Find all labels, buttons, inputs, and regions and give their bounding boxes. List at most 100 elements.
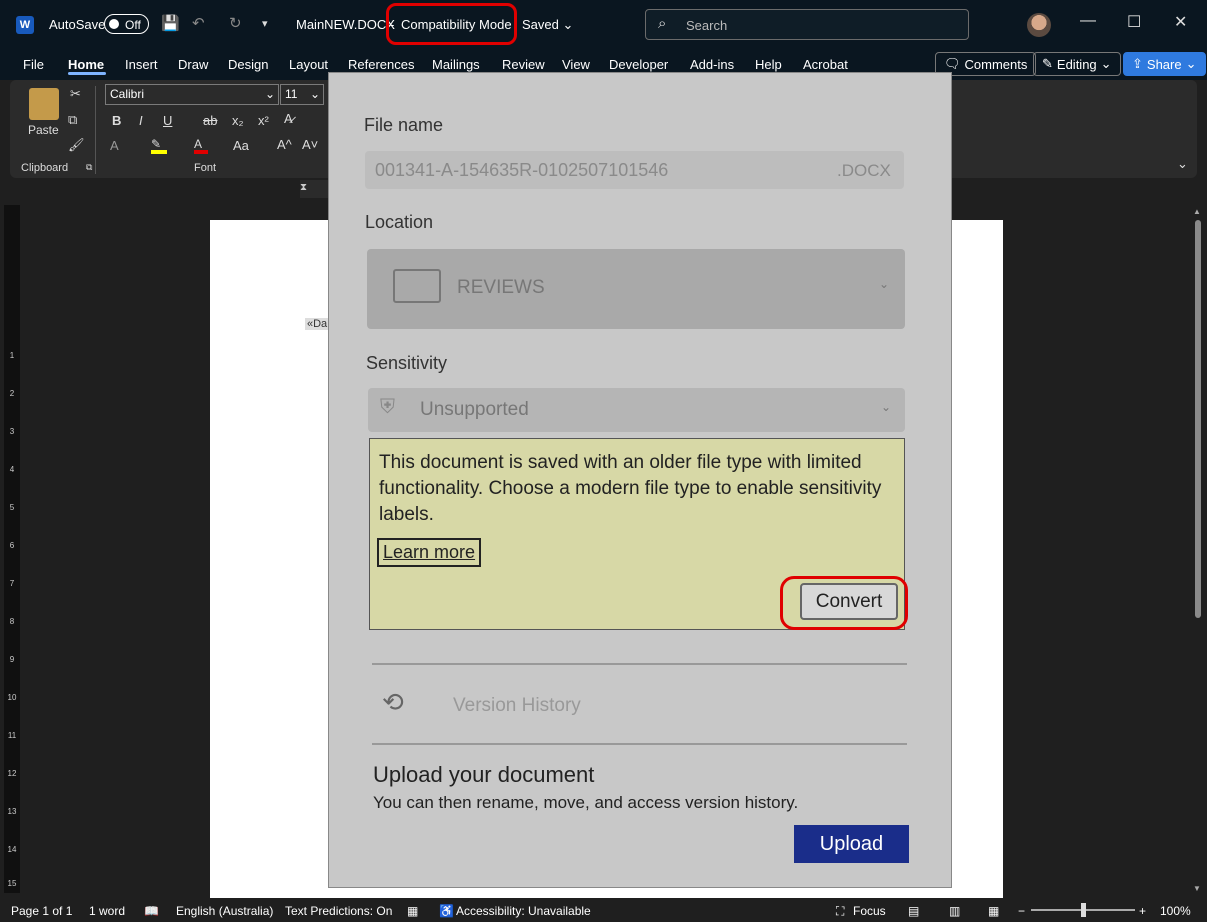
ruler-tick: 3 — [9, 427, 15, 436]
status-bar: Page 1 of 1 1 word 📖 English (Australia)… — [0, 898, 1207, 922]
grow-font-button[interactable]: A^ — [277, 137, 292, 152]
undo-icon[interactable]: ↶ — [192, 14, 205, 32]
title-bar: W AutoSave Off 💾 ↶ ↻ ▾ MainNEW.DOCX - Co… — [0, 0, 1207, 50]
upload-subtitle: You can then rename, move, and access ve… — [373, 793, 799, 812]
accessibility-icon[interactable]: ♿ — [439, 904, 454, 918]
shrink-font-button[interactable]: A˅ — [302, 137, 318, 152]
chevron-down-icon: ⌄ — [309, 87, 320, 101]
superscript-button[interactable]: x² — [258, 113, 269, 128]
indent-marker-icon[interactable]: ⧗ — [300, 182, 310, 198]
dialog-launcher-icon[interactable]: ⧉ — [86, 162, 92, 173]
strikethrough-button[interactable]: ab — [203, 113, 217, 128]
font-name-combo[interactable]: Calibri ⌄ — [105, 84, 279, 105]
tab-insert[interactable]: Insert — [125, 57, 158, 72]
chevron-down-icon: ⌄ — [264, 87, 275, 101]
focus-icon[interactable]: ⛶ — [836, 904, 844, 919]
editing-label: Editing — [1056, 56, 1097, 72]
search-box[interactable]: ⌕ Search — [645, 9, 969, 40]
bold-button[interactable]: B — [112, 113, 121, 128]
customize-qat-icon[interactable]: ▾ — [262, 17, 268, 30]
zoom-slider-thumb[interactable] — [1081, 903, 1086, 917]
web-layout-icon[interactable]: ▦ — [988, 904, 999, 918]
autosave-state: Off — [125, 18, 141, 32]
tab-draw[interactable]: Draw — [178, 57, 208, 72]
subscript-button[interactable]: x₂ — [232, 113, 244, 128]
ruler-tick: 4 — [9, 465, 15, 474]
save-icon[interactable]: 💾 — [161, 14, 180, 32]
maximize-button[interactable]: ☐ — [1127, 12, 1141, 32]
tab-addins[interactable]: Add-ins — [690, 57, 734, 72]
scroll-down-icon[interactable]: ▼ — [1193, 884, 1201, 893]
close-button[interactable]: ✕ — [1174, 12, 1187, 32]
ruler-tick: 6 — [9, 541, 15, 550]
learn-more-link[interactable]: Learn more — [377, 538, 482, 567]
saved-status[interactable]: Saved ⌄ — [522, 17, 573, 33]
word-count[interactable]: 1 word — [89, 904, 125, 918]
tab-file[interactable]: File — [23, 57, 44, 72]
print-layout-icon[interactable]: ▥ — [949, 904, 960, 918]
tab-mailings[interactable]: Mailings — [432, 57, 480, 72]
language-status[interactable]: English (Australia) — [176, 904, 273, 918]
format-painter-icon[interactable]: 🖌 — [68, 137, 85, 153]
chevron-down-icon: ⌄ — [881, 400, 892, 414]
copy-icon[interactable]: ⧉ — [68, 112, 77, 128]
text-predictions-status[interactable]: Text Predictions: On — [285, 904, 392, 918]
track-changes-icon[interactable]: ▦ — [407, 904, 418, 918]
location-field[interactable]: REVIEWS ⌄ — [367, 249, 905, 329]
font-color-icon[interactable]: A — [194, 137, 212, 154]
minimize-button[interactable]: — — [1080, 12, 1096, 30]
pencil-icon: ✎ — [1042, 56, 1053, 71]
zoom-out-icon[interactable]: − — [1018, 904, 1025, 918]
read-mode-icon[interactable]: ▤ — [908, 904, 919, 918]
tab-help[interactable]: Help — [755, 57, 782, 72]
underline-button[interactable]: U — [163, 113, 172, 128]
ruler-tick: 7 — [9, 579, 15, 588]
italic-button[interactable]: I — [139, 113, 143, 128]
upload-button[interactable]: Upload — [794, 825, 909, 863]
proofing-icon[interactable]: 📖 — [144, 904, 159, 918]
highlight-icon[interactable]: ✎ — [151, 137, 169, 154]
font-size-combo[interactable]: 11 ⌄ — [280, 84, 324, 105]
avatar[interactable] — [1027, 13, 1051, 37]
change-case-button[interactable]: Aa — [233, 138, 249, 153]
redo-icon[interactable]: ↻ — [229, 14, 242, 32]
editing-button[interactable]: ✎ Editing ⌄ — [1033, 52, 1121, 76]
cut-icon[interactable]: ✂ — [70, 86, 81, 102]
zoom-in-icon[interactable]: + — [1139, 904, 1146, 918]
ruler-tick: 9 — [9, 655, 15, 664]
tab-layout[interactable]: Layout — [289, 57, 328, 72]
tab-review[interactable]: Review — [502, 57, 545, 72]
accessibility-status[interactable]: Accessibility: Unavailable — [456, 904, 591, 918]
scroll-up-icon[interactable]: ▲ — [1193, 207, 1201, 216]
history-icon: ⟲ — [382, 687, 404, 717]
document-filename: MainNEW.DOCX — [296, 17, 395, 32]
paste-icon[interactable] — [29, 88, 59, 120]
file-name-field[interactable]: 001341-A-154635R-0102507101546 .DOCX — [365, 151, 904, 189]
page-count[interactable]: Page 1 of 1 — [11, 904, 72, 918]
share-button[interactable]: ⇪ Share ⌄ — [1123, 52, 1206, 76]
tab-acrobat[interactable]: Acrobat — [803, 57, 848, 72]
tab-view[interactable]: View — [562, 57, 590, 72]
file-extension: .DOCX — [837, 161, 891, 180]
scrollbar-thumb[interactable] — [1195, 220, 1201, 618]
search-icon: ⌕ — [658, 15, 667, 32]
chevron-down-icon: ⌄ — [1185, 56, 1197, 71]
autosave-toggle[interactable]: Off — [104, 14, 149, 34]
font-size-value: 11 — [285, 87, 298, 101]
ruler-tick: 1 — [9, 351, 15, 360]
saved-text: Saved — [522, 17, 559, 32]
tab-developer[interactable]: Developer — [609, 57, 668, 72]
compatibility-mode-label: Compatibility Mode — [401, 17, 512, 32]
tab-design[interactable]: Design — [228, 57, 268, 72]
tab-home[interactable]: Home — [68, 57, 104, 72]
collapse-ribbon-icon[interactable]: ⌄ — [1177, 156, 1188, 172]
zoom-level[interactable]: 100% — [1160, 904, 1191, 918]
compatibility-warning: This document is saved with an older fil… — [369, 438, 908, 630]
tab-references[interactable]: References — [348, 57, 414, 72]
clear-formatting-icon[interactable]: A̷ — [284, 111, 293, 126]
text-effects-icon[interactable]: A — [110, 138, 119, 153]
focus-label[interactable]: Focus — [853, 904, 886, 918]
merge-field[interactable]: «Da — [305, 318, 330, 330]
sensitivity-field[interactable]: ⛨ Unsupported ⌄ — [368, 388, 905, 432]
version-history-link[interactable]: Version History — [453, 695, 581, 717]
